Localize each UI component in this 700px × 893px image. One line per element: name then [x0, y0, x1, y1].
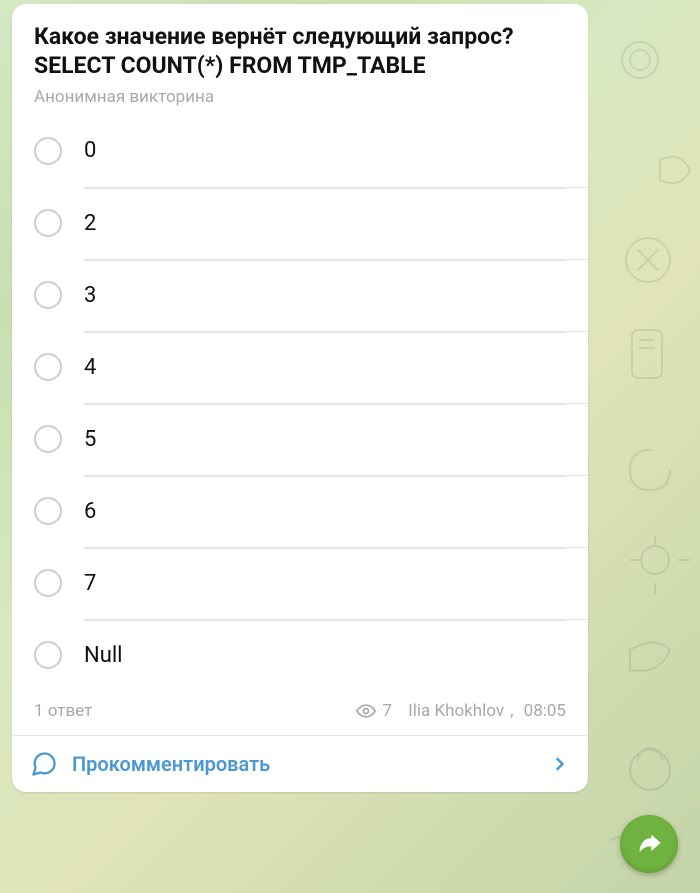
poll-option-4[interactable]: 5: [12, 403, 588, 475]
poll-options: 0 2 3 4 5 6 7: [12, 111, 588, 691]
share-button[interactable]: [620, 815, 678, 873]
radio-icon: [34, 353, 62, 381]
radio-icon: [34, 137, 62, 165]
answers-count: 1 ответ: [34, 701, 92, 721]
option-label: 5: [84, 404, 566, 474]
message-meta: 1 ответ 7 Ilia Khokhlov, 08:05: [12, 691, 588, 735]
option-label: 3: [84, 260, 566, 330]
poll-header: Какое значение вернёт следующий запрос? …: [12, 4, 588, 111]
option-label: 6: [84, 476, 566, 546]
author-name: Ilia Khokhlov: [408, 701, 504, 721]
radio-icon: [34, 497, 62, 525]
question-line-1: Какое значение вернёт следующий запрос?: [34, 23, 514, 50]
poll-option-7[interactable]: Null: [12, 619, 588, 691]
radio-icon: [34, 425, 62, 453]
option-label: 4: [84, 332, 566, 402]
option-label: Null: [84, 620, 566, 690]
message-time: 08:05: [524, 701, 566, 721]
radio-icon: [34, 569, 62, 597]
poll-option-5[interactable]: 6: [12, 475, 588, 547]
poll-message-bubble: Какое значение вернёт следующий запрос? …: [12, 4, 588, 792]
question-line-2: SELECT COUNT(*) FROM TMP_TABLE: [34, 52, 426, 79]
comment-button[interactable]: Прокомментировать: [12, 735, 588, 792]
radio-icon: [34, 209, 62, 237]
comment-icon: [30, 750, 58, 778]
radio-icon: [34, 641, 62, 669]
option-label: 2: [84, 188, 566, 258]
comment-label: Прокомментировать: [72, 752, 536, 776]
poll-option-2[interactable]: 3: [12, 259, 588, 331]
radio-icon: [34, 281, 62, 309]
option-label: 0: [84, 116, 566, 185]
views-icon: [356, 701, 376, 721]
poll-option-0[interactable]: 0: [12, 115, 588, 187]
poll-option-6[interactable]: 7: [12, 547, 588, 619]
poll-option-1[interactable]: 2: [12, 187, 588, 259]
views-count: 7: [382, 701, 392, 721]
chevron-right-icon: [550, 754, 570, 774]
poll-question: Какое значение вернёт следующий запрос? …: [34, 22, 566, 81]
poll-subtitle: Анонимная викторина: [34, 87, 566, 107]
poll-option-3[interactable]: 4: [12, 331, 588, 403]
option-label: 7: [84, 548, 566, 618]
